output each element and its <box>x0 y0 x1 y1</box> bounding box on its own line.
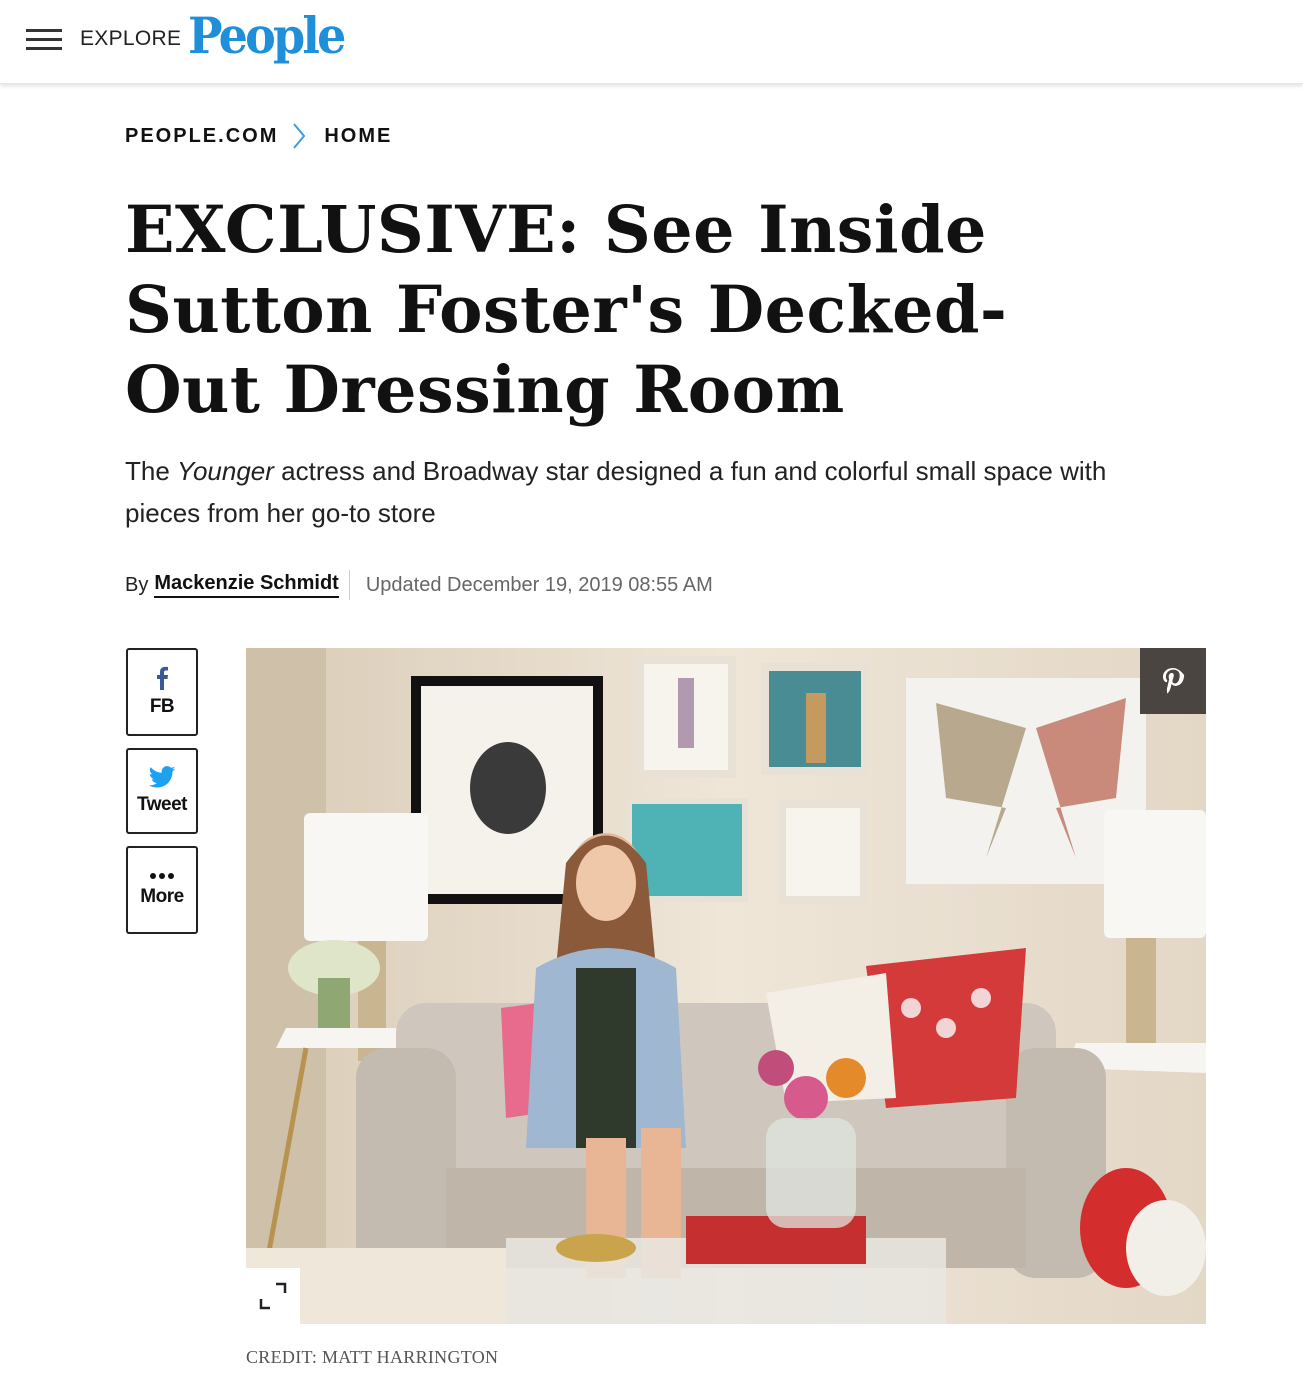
byline-prefix: By <box>125 573 149 596</box>
byline: By Mackenzie Schmidt Updated December 19… <box>125 570 713 600</box>
hero-image[interactable] <box>246 648 1206 1324</box>
hamburger-icon[interactable] <box>26 29 62 51</box>
dek-prefix: The <box>125 456 178 486</box>
dek-show-title: Younger <box>177 456 274 486</box>
breadcrumb-home[interactable]: HOME <box>324 125 392 148</box>
article-title: EXCLUSIVE: See Inside Sutton Foster's De… <box>125 192 1008 428</box>
expand-image-button[interactable] <box>246 1268 300 1324</box>
site-header: EXPLORE People <box>0 0 1303 84</box>
more-dots-icon <box>150 873 174 879</box>
byline-divider <box>348 570 350 600</box>
facebook-icon <box>157 666 168 690</box>
share-more-label: More <box>140 886 184 907</box>
people-logo[interactable]: People <box>188 6 346 65</box>
twitter-icon <box>148 766 176 788</box>
breadcrumb: PEOPLE.COM HOME <box>125 122 392 150</box>
share-more-button[interactable]: More <box>126 846 198 934</box>
dressing-room-photo <box>246 648 1206 1324</box>
explore-link[interactable]: EXPLORE <box>80 27 181 51</box>
share-twitter-button[interactable]: Tweet <box>126 748 198 834</box>
expand-icon <box>259 1282 287 1310</box>
share-facebook-label: FB <box>149 696 175 717</box>
updated-timestamp: Updated December 19, 2019 08:55 AM <box>365 573 713 596</box>
pinterest-icon <box>1163 668 1185 694</box>
pinterest-button[interactable] <box>1140 648 1206 714</box>
breadcrumb-people-com[interactable]: PEOPLE.COM <box>125 125 278 148</box>
chevron-right-icon <box>293 123 306 149</box>
author-link[interactable]: Mackenzie Schmidt <box>154 572 339 598</box>
share-twitter-label: Tweet <box>137 794 187 815</box>
photo-credit: CREDIT: MATT HARRINGTON <box>246 1347 499 1367</box>
share-facebook-button[interactable]: FB <box>126 648 198 736</box>
article-dek: The Younger actress and Broadway star de… <box>125 450 1175 534</box>
